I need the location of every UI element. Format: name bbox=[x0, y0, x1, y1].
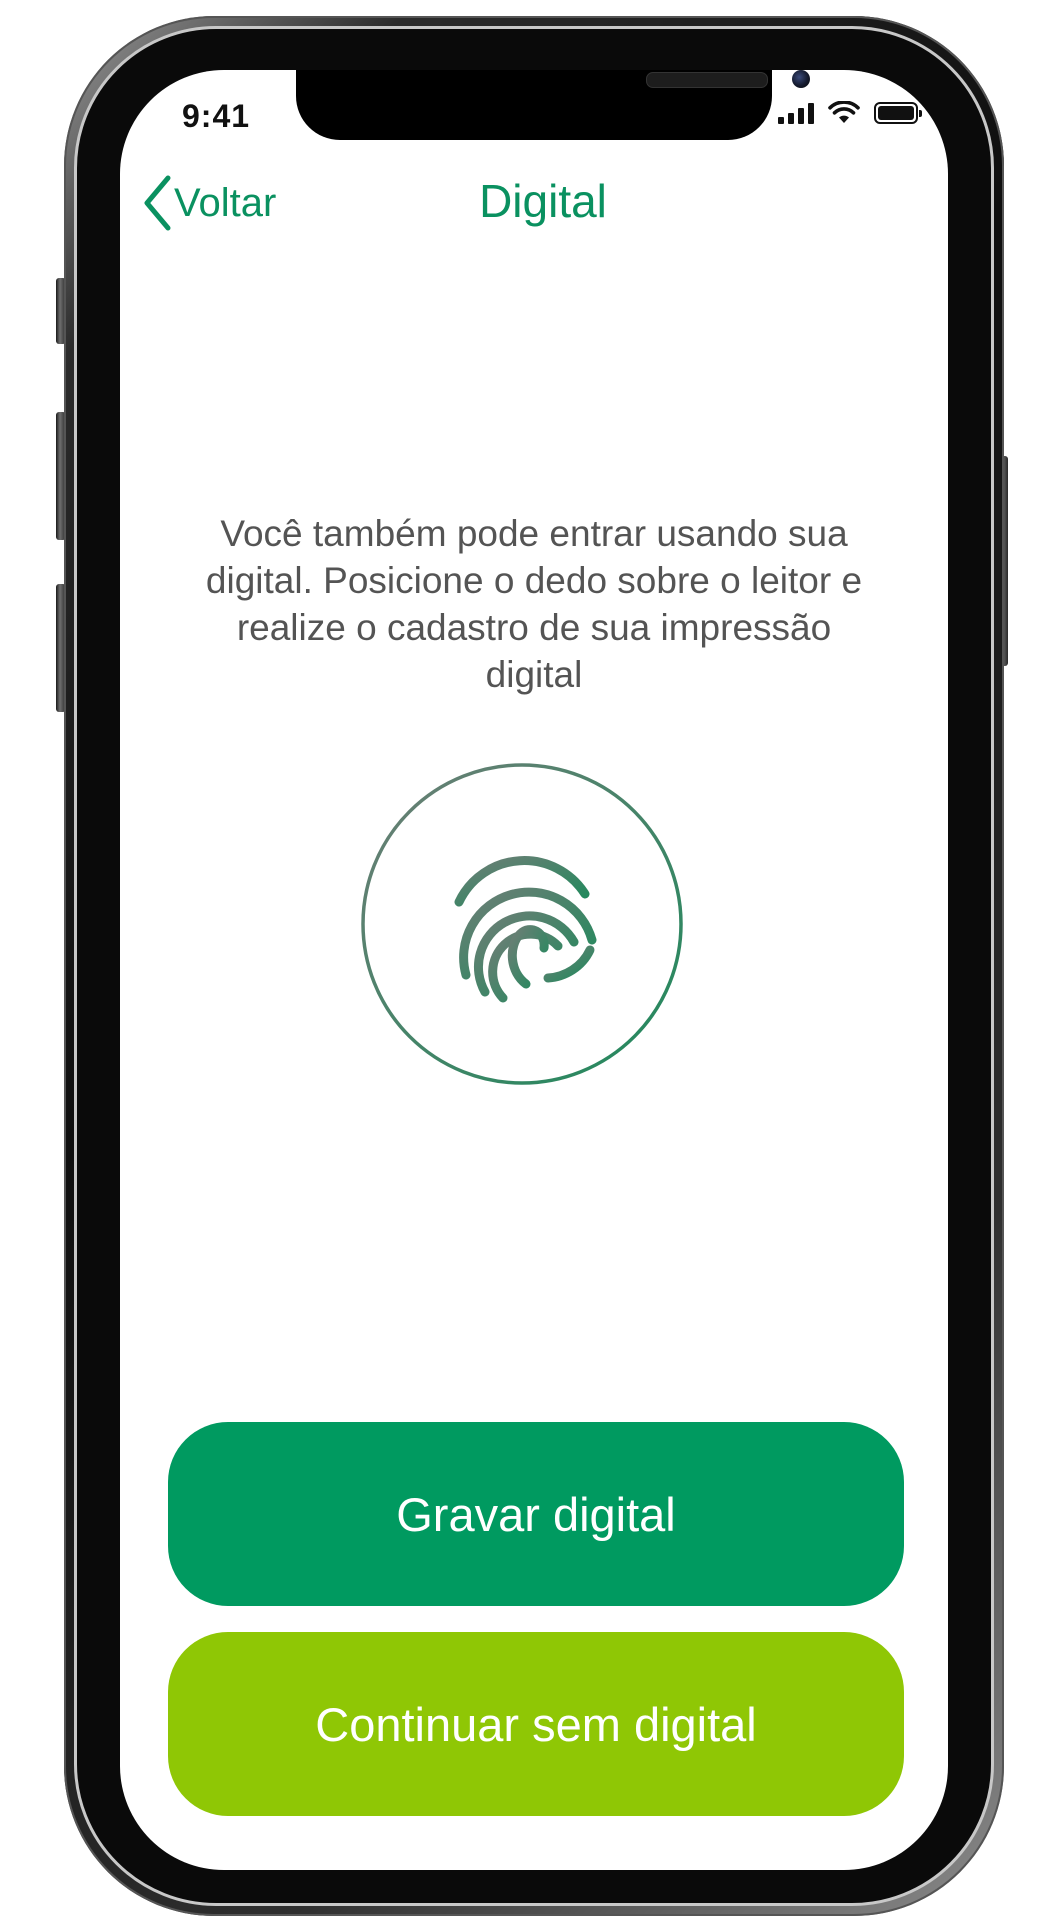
battery-icon bbox=[874, 102, 922, 124]
status-icons bbox=[778, 98, 922, 128]
speaker-grille bbox=[646, 72, 768, 88]
wifi-icon bbox=[828, 101, 860, 123]
page-title: Digital bbox=[479, 175, 607, 227]
cellular-signal-icon bbox=[778, 102, 814, 124]
app-screen: 9:41 Voltar Digital Você também pode ent… bbox=[120, 70, 948, 1870]
continue-without-fingerprint-button[interactable]: Continuar sem digital bbox=[168, 1632, 904, 1816]
fingerprint-icon[interactable] bbox=[360, 762, 684, 1086]
device-stage: 9:41 Voltar Digital Você também pode ent… bbox=[0, 0, 1056, 1920]
record-fingerprint-button[interactable]: Gravar digital bbox=[168, 1422, 904, 1606]
status-time: 9:41 bbox=[182, 98, 251, 134]
notch bbox=[296, 70, 810, 140]
instruction-text: Você também pode entrar usando sua digit… bbox=[205, 513, 863, 695]
front-camera bbox=[792, 70, 810, 88]
